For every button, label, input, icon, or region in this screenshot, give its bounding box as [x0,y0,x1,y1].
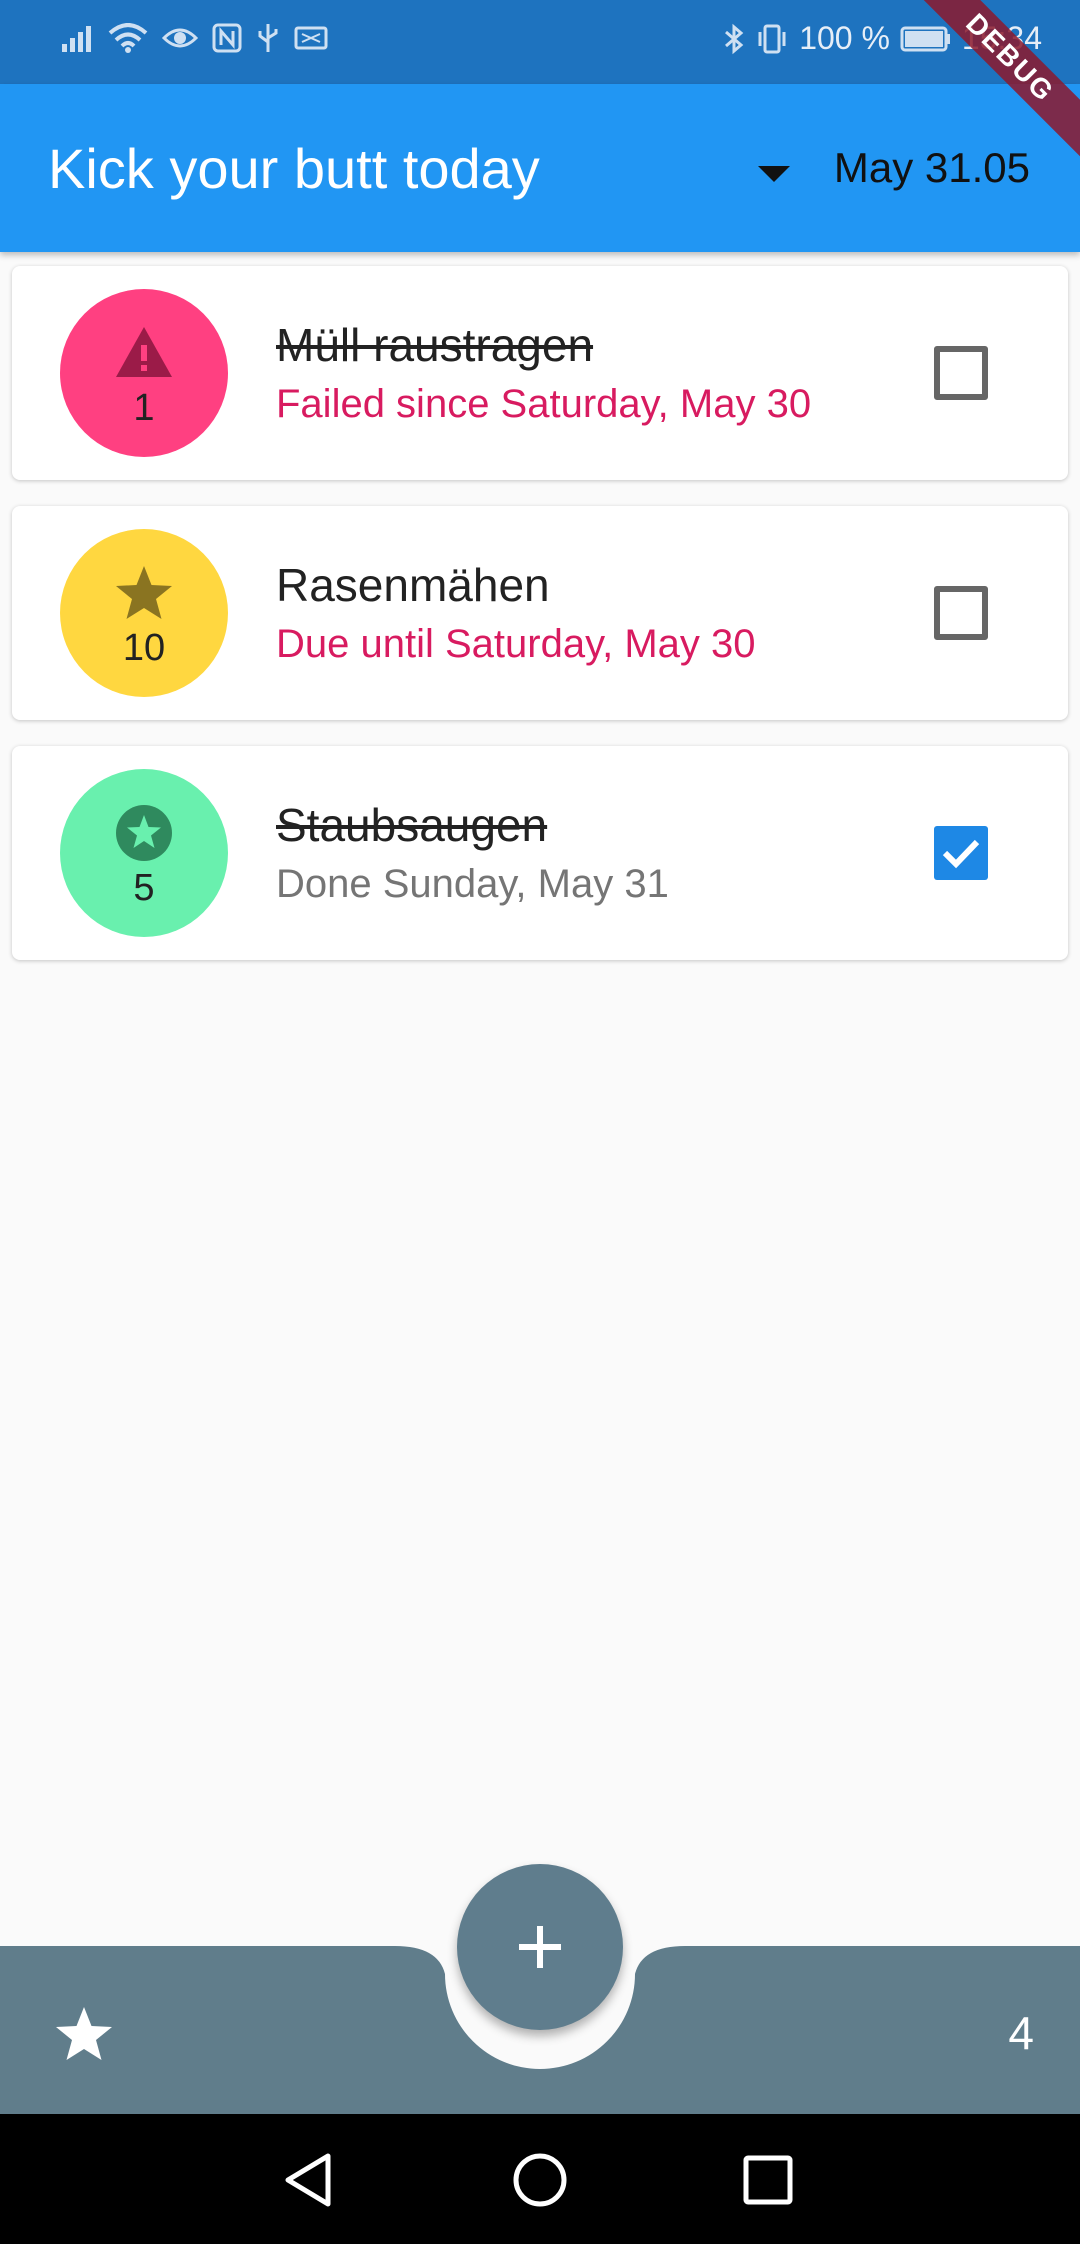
bluetooth-icon [723,23,745,55]
score-count: 4 [1008,2007,1034,2059]
task-list: 1 Müll raustragen Failed since Saturday,… [12,266,1068,986]
status-bar: 100 % 15:34 [0,0,1080,84]
check-icon [942,839,980,869]
task-checkbox[interactable] [934,586,988,640]
wifi-icon [108,23,148,53]
star-circle-icon [116,804,172,861]
home-icon[interactable] [508,2148,572,2212]
task-status: Done Sunday, May 31 [276,862,669,906]
star-icon[interactable] [54,2004,114,2064]
dropdown-arrow-icon[interactable] [756,162,792,186]
nfc-icon [212,23,242,53]
vibrate-icon [755,24,789,54]
usb-icon [256,22,280,54]
task-status: Failed since Saturday, May 30 [276,382,812,426]
app-bar: Kick your butt today May 31.05 [0,84,1080,252]
task-status: Due until Saturday, May 30 [276,622,756,666]
task-title: Rasenmähen [276,559,550,611]
task-avatar: 5 [60,769,228,937]
star-icon [116,565,172,619]
task-card[interactable]: 1 Müll raustragen Failed since Saturday,… [12,266,1068,480]
task-checkbox[interactable] [934,826,988,880]
recents-icon[interactable] [736,2148,800,2212]
battery-icon [900,25,952,53]
add-icon [519,1926,561,1968]
date-selector[interactable]: May 31.05 [834,144,1030,192]
eye-icon [162,24,198,52]
task-points: 10 [122,626,166,669]
task-avatar: 1 [60,289,228,457]
task-card[interactable]: 10 Rasenmähen Due until Saturday, May 30 [12,506,1068,720]
task-card[interactable]: 5 Staubsaugen Done Sunday, May 31 [12,746,1068,960]
task-avatar: 10 [60,529,228,697]
status-icons-left [62,22,328,54]
task-checkbox[interactable] [934,346,988,400]
warning-icon [116,326,172,377]
message-icon [294,24,328,52]
task-title: Müll raustragen [276,319,594,371]
back-icon[interactable] [278,2148,342,2212]
signal-icon [62,24,94,52]
task-points: 1 [133,386,155,429]
page-title: Kick your butt today [48,137,540,200]
system-nav-bar [0,2114,1080,2244]
battery-percent: 100 % [799,20,890,56]
add-task-button[interactable] [457,1864,623,2030]
task-title: Staubsaugen [276,799,548,851]
task-points: 5 [133,866,155,909]
